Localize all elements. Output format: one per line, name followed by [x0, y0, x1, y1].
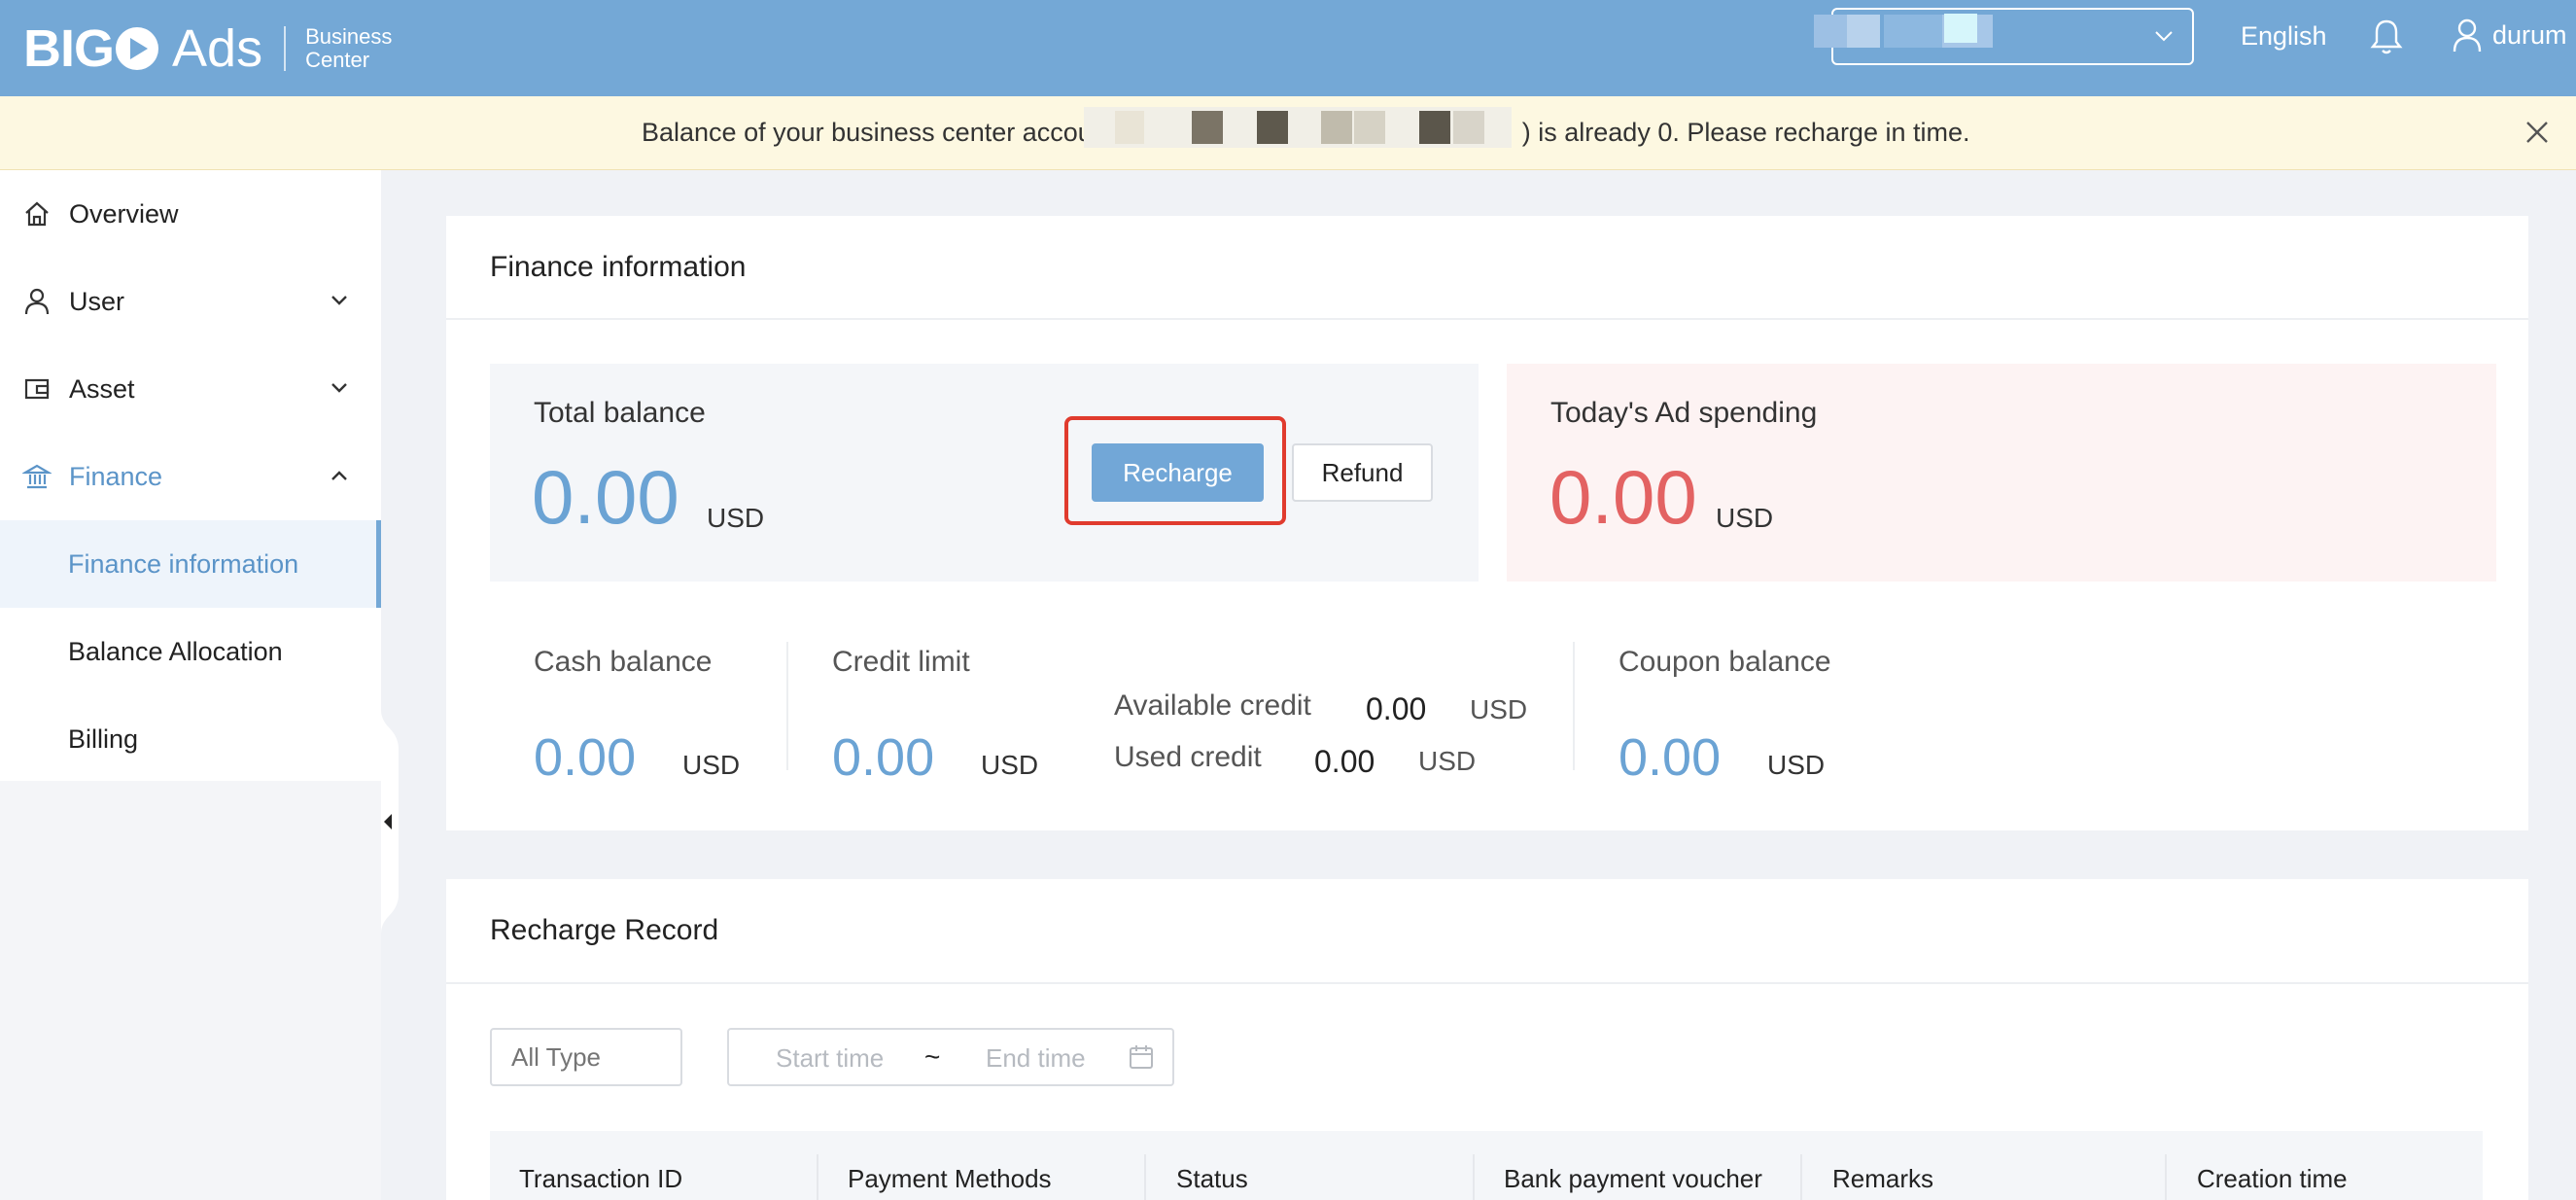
coupon-balance-value: 0.00	[1619, 728, 1722, 787]
type-filter-select[interactable]	[490, 1028, 682, 1086]
sidebar-collapse-handle[interactable]	[373, 710, 402, 934]
sidebar-item-user[interactable]: User	[0, 258, 381, 345]
calendar-icon	[1130, 1045, 1153, 1069]
card-title: Recharge Record	[490, 914, 719, 946]
column-divider	[2165, 1154, 2167, 1200]
sidebar-subitem-finance-information[interactable]: Finance information	[0, 520, 381, 608]
column-creation-time[interactable]: Creation time	[2197, 1164, 2348, 1194]
credit-limit-unit: USD	[981, 750, 1039, 780]
column-divider	[1473, 1154, 1475, 1200]
stat-divider	[786, 642, 788, 770]
sidebar-item-label: User	[69, 286, 125, 316]
end-time-input[interactable]: End time	[986, 1043, 1086, 1074]
credit-limit-value: 0.00	[832, 728, 935, 787]
chevron-down-icon	[2155, 31, 2173, 42]
sidebar-nav: Overview User Asset Finance Finance info…	[0, 170, 381, 781]
start-time-input[interactable]: Start time	[776, 1043, 884, 1074]
column-transaction-id[interactable]: Transaction ID	[519, 1164, 682, 1194]
logo-ads-text: Ads	[172, 18, 263, 78]
sidebar-subitem-balance-allocation[interactable]: Balance Allocation	[0, 608, 381, 695]
cash-balance-unit: USD	[682, 750, 741, 780]
cash-balance-value: 0.00	[534, 728, 637, 787]
logo-business-text: Business	[305, 23, 393, 49]
used-credit-value: 0.00	[1314, 744, 1375, 779]
column-divider	[1800, 1154, 1802, 1200]
redacted-block	[1257, 111, 1288, 144]
date-separator: ~	[924, 1041, 941, 1072]
account-selector[interactable]	[1814, 8, 2194, 65]
notice-suffix: ) is already 0. Please recharge in time.	[1521, 118, 1970, 147]
redacted-account-block	[1944, 14, 1977, 43]
sidebar-subitem-billing[interactable]: Billing	[0, 695, 381, 783]
sidebar-item-label: Overview	[69, 198, 179, 229]
bigo-ads-logo[interactable]: BIG Ads Business Center	[23, 12, 392, 85]
stat-divider	[1573, 642, 1575, 770]
redacted-account-id	[1084, 107, 1512, 148]
user-icon	[2453, 18, 2482, 53]
sidebar: Overview User Asset Finance Finance info…	[0, 170, 399, 1200]
top-header: BIG Ads Business Center English durum	[0, 0, 2576, 96]
bank-icon	[22, 464, 52, 489]
redacted-block	[1192, 111, 1223, 144]
cash-balance-label: Cash balance	[534, 646, 713, 678]
username: durum	[2492, 19, 2567, 50]
total-balance-unit: USD	[707, 503, 765, 533]
coupon-balance-label: Coupon balance	[1619, 646, 1831, 678]
sidebar-item-asset[interactable]: Asset	[0, 345, 381, 433]
available-credit-unit: USD	[1470, 694, 1528, 724]
redacted-block	[1354, 111, 1385, 144]
used-credit-unit: USD	[1418, 746, 1477, 776]
column-divider	[817, 1154, 818, 1200]
user-menu[interactable]: durum	[2452, 18, 2567, 53]
redacted-account-block	[1847, 15, 1880, 48]
chevron-down-icon	[331, 383, 347, 393]
ad-spending-unit: USD	[1716, 503, 1774, 533]
card-divider	[446, 982, 2528, 984]
redacted-account-block	[1884, 15, 1942, 48]
date-range-picker[interactable]: Start time ~ End time	[727, 1028, 1174, 1086]
card-divider	[446, 318, 2528, 320]
sidebar-item-label: Finance	[69, 461, 163, 491]
wallet-icon	[24, 378, 50, 400]
card-title: Finance information	[490, 251, 747, 283]
refund-button[interactable]: Refund	[1292, 443, 1433, 502]
bell-icon[interactable]	[2370, 18, 2403, 56]
chevron-up-icon	[331, 471, 347, 480]
home-icon	[25, 201, 49, 227]
total-balance-value: 0.00	[532, 454, 679, 540]
chevron-down-icon	[331, 296, 347, 305]
sidebar-item-label: Asset	[69, 373, 135, 404]
sidebar-item-overview[interactable]: Overview	[0, 170, 381, 258]
coupon-balance-unit: USD	[1767, 750, 1826, 780]
redacted-block	[1419, 111, 1450, 144]
credit-limit-label: Credit limit	[832, 646, 970, 678]
close-icon[interactable]	[2524, 119, 2551, 146]
available-credit-label: Available credit	[1114, 689, 1311, 722]
redacted-block	[1321, 111, 1352, 144]
ad-spending-value: 0.00	[1549, 454, 1697, 540]
logo-business-center: Business Center	[305, 23, 393, 72]
notice-prefix: Balance of your business center accou	[642, 118, 1093, 147]
logo-wordmark: BIG	[23, 18, 160, 79]
column-remarks[interactable]: Remarks	[1832, 1164, 1933, 1194]
column-divider	[1144, 1154, 1146, 1200]
recharge-table-header: Transaction ID Payment Methods Status Ba…	[490, 1131, 2483, 1200]
ad-spending-label: Today's Ad spending	[1550, 397, 1818, 429]
available-credit-value: 0.00	[1366, 691, 1427, 726]
column-status[interactable]: Status	[1176, 1164, 1248, 1194]
logo-center-text: Center	[305, 47, 370, 72]
redacted-block	[1453, 111, 1484, 144]
sidebar-item-finance[interactable]: Finance	[0, 433, 381, 520]
logo-play-icon	[116, 26, 159, 70]
logo-divider	[284, 25, 287, 71]
user-icon	[24, 288, 50, 315]
redacted-block	[1115, 111, 1144, 144]
column-bank-payment-voucher[interactable]: Bank payment voucher	[1504, 1164, 1762, 1194]
recharge-highlight-box	[1064, 416, 1286, 525]
used-credit-label: Used credit	[1114, 741, 1262, 773]
column-payment-methods[interactable]: Payment Methods	[848, 1164, 1052, 1194]
total-balance-label: Total balance	[534, 397, 706, 429]
language-switch[interactable]: English	[2241, 21, 2327, 52]
